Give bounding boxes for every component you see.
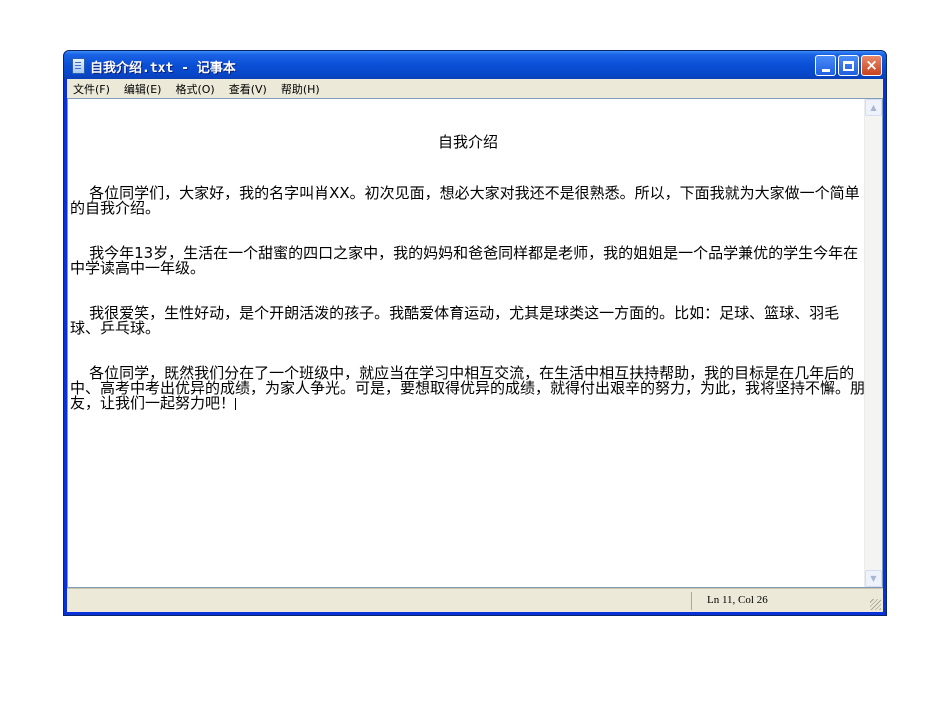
paragraph-3: 我很爱笑，生性好动，是个开朗活泼的孩子。我酷爱体育运动，尤其是球类这一方面的。比…	[70, 304, 840, 337]
minimize-button[interactable]	[815, 55, 836, 76]
paragraph-4-text: 各位同学，既然我们分在了一个班级中，就应当在学习中相互交流，在生活中相互扶持帮助…	[70, 364, 866, 412]
cursor-position: Ln 11, Col 26	[707, 594, 768, 606]
menu-view[interactable]: 查看(V)	[229, 81, 267, 97]
menu-edit[interactable]: 编辑(E)	[124, 81, 162, 97]
menu-file[interactable]: 文件(F)	[73, 81, 110, 97]
close-button[interactable]: ×	[861, 55, 882, 76]
status-bar: Ln 11, Col 26	[67, 588, 883, 612]
chevron-down-icon: ▼	[870, 574, 877, 583]
paragraph-2: 我今年13岁，生活在一个甜蜜的四口之家中，我的妈妈和爸爸同样都是老师，我的姐姐是…	[70, 244, 859, 277]
document-title: 自我介绍	[437, 133, 498, 151]
title-bar[interactable]: 自我介绍.txt - 记事本 ×	[64, 51, 886, 79]
window-title: 自我介绍.txt - 记事本	[90, 61, 236, 76]
document-text[interactable]: 自我介绍 各位同学们，大家好，我的名字叫肖XX。初次见面，想必大家对我还不是很熟…	[70, 104, 866, 441]
maximize-icon	[843, 60, 854, 71]
resize-grip-icon[interactable]	[870, 599, 881, 610]
scroll-down-button[interactable]: ▼	[865, 570, 882, 587]
paragraph-4: 各位同学，既然我们分在了一个班级中，就应当在学习中相互交流，在生活中相互扶持帮助…	[70, 366, 866, 411]
vertical-scrollbar[interactable]: ▲ ▼	[864, 99, 882, 587]
paragraph-1: 各位同学们，大家好，我的名字叫肖XX。初次见面，想必大家对我还不是很熟悉。所以，…	[70, 184, 860, 217]
text-caret	[235, 397, 237, 410]
minimize-icon	[821, 68, 830, 72]
notepad-window: 自我介绍.txt - 记事本 × 文件(F) 编辑(E) 格式(O) 查看(V)…	[63, 50, 887, 616]
status-divider	[691, 592, 692, 610]
notepad-icon[interactable]	[72, 58, 85, 74]
menu-help[interactable]: 帮助(H)	[281, 81, 320, 97]
maximize-button[interactable]	[838, 55, 859, 76]
text-editor[interactable]: 自我介绍 各位同学们，大家好，我的名字叫肖XX。初次见面，想必大家对我还不是很熟…	[67, 98, 883, 588]
menu-bar: 文件(F) 编辑(E) 格式(O) 查看(V) 帮助(H)	[67, 79, 883, 98]
menu-format[interactable]: 格式(O)	[175, 81, 214, 97]
chevron-up-icon: ▲	[870, 103, 877, 112]
scroll-up-button[interactable]: ▲	[865, 99, 882, 116]
close-icon: ×	[865, 56, 878, 74]
